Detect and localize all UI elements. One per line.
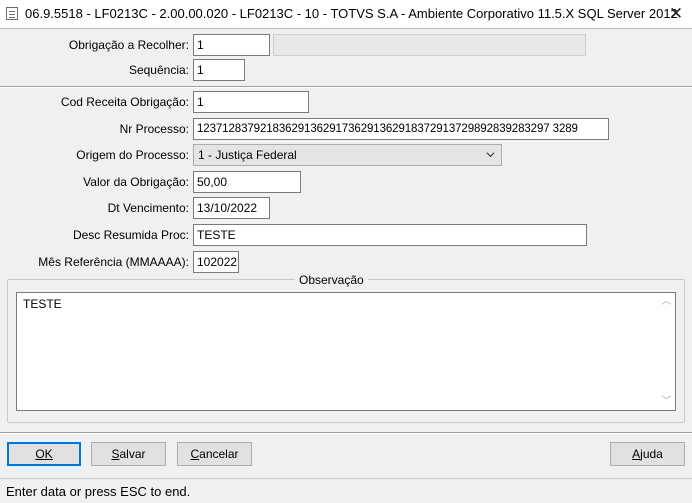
cancelar-label-rest: ancelar: [199, 447, 239, 461]
window-title: 06.9.5518 - LF0213C - 2.00.00.020 - LF02…: [25, 6, 678, 21]
ok-label-rest: K: [44, 447, 53, 461]
dt-vencimento-label: Dt Vencimento:: [107, 201, 189, 215]
button-bar-separator-highlight: [0, 433, 692, 434]
title-bar: 06.9.5518 - LF0213C - 2.00.00.020 - LF02…: [0, 0, 692, 28]
observacao-textarea[interactable]: TESTE ︿ ﹀: [16, 292, 676, 411]
desc-resumida-label: Desc Resumida Proc:: [72, 228, 189, 242]
salvar-button[interactable]: Salvar: [91, 442, 166, 466]
obrigacao-description-field: [273, 34, 586, 56]
cod-receita-input[interactable]: 1: [193, 91, 309, 113]
valor-input[interactable]: 50,00: [193, 171, 301, 193]
title-divider: [0, 28, 692, 29]
observacao-scrollbar[interactable]: ︿ ﹀: [658, 293, 675, 410]
status-bar: Enter data or press ESC to end.: [0, 478, 692, 503]
chevron-down-icon: [486, 152, 495, 158]
ajuda-mnemonic: A: [632, 447, 641, 461]
ok-button[interactable]: OK: [7, 442, 81, 466]
app-icon: [6, 7, 18, 20]
valor-label: Valor da Obrigação:: [83, 175, 189, 189]
cancelar-button[interactable]: Cancelar: [177, 442, 252, 466]
sequencia-input[interactable]: 1: [193, 59, 245, 81]
obrigacao-label: Obrigação a Recolher:: [68, 38, 189, 52]
ok-mnemonic: O: [35, 447, 45, 461]
salvar-mnemonic: S: [111, 447, 120, 461]
status-message: Enter data or press ESC to end.: [6, 484, 191, 499]
cancelar-mnemonic: C: [190, 447, 200, 461]
ajuda-button[interactable]: Ajuda: [610, 442, 685, 466]
salvar-label-rest: alvar: [119, 447, 146, 461]
origem-selected-value: 1 - Justiça Federal: [198, 148, 297, 162]
dt-vencimento-input[interactable]: 13/10/2022: [193, 197, 270, 219]
observacao-title: Observação: [295, 273, 368, 287]
cod-receita-label: Cod Receita Obrigação:: [60, 95, 189, 109]
close-icon[interactable]: ✕: [660, 0, 692, 28]
nr-processo-input[interactable]: 1237128379218362913629173629136291837291…: [193, 118, 609, 140]
origem-label: Origem do Processo:: [76, 148, 189, 162]
mes-referencia-input[interactable]: 102022: [193, 251, 239, 273]
ajuda-label-rest: juda: [640, 447, 663, 461]
obrigacao-input[interactable]: 1: [193, 34, 270, 56]
header-separator-highlight: [0, 87, 692, 88]
sequencia-label: Sequência:: [128, 63, 189, 77]
origem-select[interactable]: 1 - Justiça Federal: [193, 144, 502, 166]
nr-processo-label: Nr Processo:: [119, 122, 189, 136]
desc-resumida-input[interactable]: TESTE: [193, 224, 587, 246]
scroll-up-icon[interactable]: ︿: [658, 293, 675, 310]
observacao-text: TESTE: [23, 297, 62, 311]
mes-referencia-label: Mês Referência (MMAAAA):: [38, 255, 189, 269]
scroll-down-icon[interactable]: ﹀: [658, 393, 675, 410]
